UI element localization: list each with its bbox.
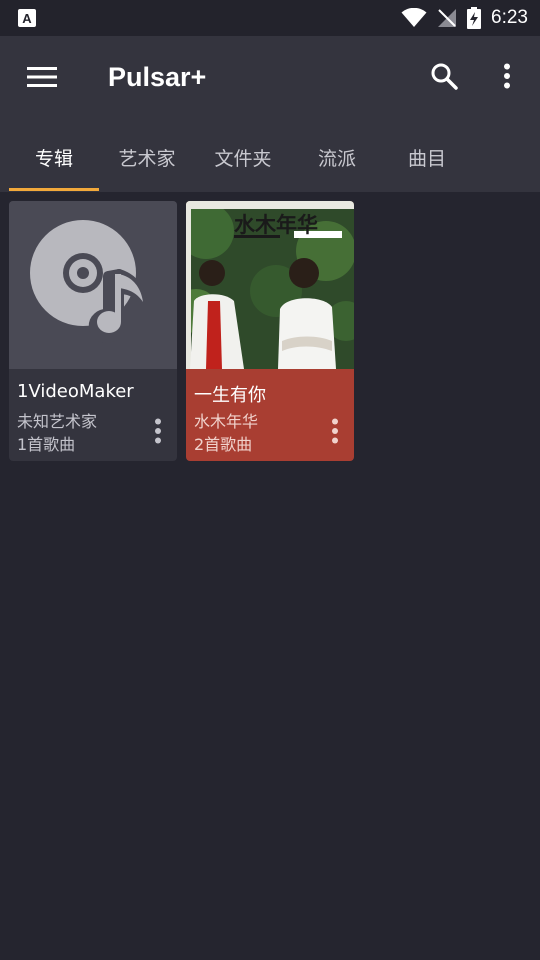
status-time: 6:23 bbox=[491, 7, 528, 28]
app-notification-icon: A bbox=[18, 9, 36, 27]
wifi-icon bbox=[401, 8, 427, 28]
album-song-count: 1首歌曲 bbox=[17, 435, 76, 454]
album-more-button[interactable] bbox=[324, 417, 346, 449]
album-card[interactable]: 水木年华 一生有你 水木年华 2首歌曲 bbox=[186, 201, 354, 461]
album-artist: 未知艺术家 bbox=[17, 412, 98, 431]
album-art-placeholder bbox=[9, 201, 177, 369]
app-title: Pulsar+ bbox=[108, 62, 207, 92]
album-artist: 水木年华 bbox=[194, 412, 259, 431]
status-bar: A 6:23 bbox=[0, 0, 540, 36]
tab-genres[interactable]: 流派 bbox=[292, 122, 382, 192]
search-button[interactable] bbox=[426, 60, 462, 96]
search-icon bbox=[430, 62, 458, 94]
app-bar: Pulsar+ bbox=[0, 36, 540, 122]
menu-icon bbox=[27, 66, 57, 92]
album-card[interactable]: 1VideoMaker 未知艺术家 1首歌曲 bbox=[9, 201, 177, 461]
tab-bar: 专辑 艺术家 文件夹 流派 曲目 bbox=[0, 122, 540, 192]
tab-artists[interactable]: 艺术家 bbox=[102, 122, 192, 192]
more-vert-icon bbox=[503, 63, 511, 93]
no-signal-icon bbox=[437, 8, 457, 28]
tab-folders[interactable]: 文件夹 bbox=[198, 122, 288, 192]
album-more-button[interactable] bbox=[147, 417, 169, 449]
cover-title: 水木年华 bbox=[234, 212, 318, 237]
music-disc-icon bbox=[28, 218, 158, 352]
tab-indicator bbox=[9, 188, 99, 191]
tab-tracks[interactable]: 曲目 bbox=[382, 122, 472, 192]
more-vert-icon bbox=[331, 418, 339, 448]
more-vert-icon bbox=[154, 418, 162, 448]
battery-charging-icon bbox=[467, 7, 482, 29]
album-title: 1VideoMaker bbox=[17, 381, 134, 402]
menu-button[interactable] bbox=[22, 64, 62, 94]
album-song-count: 2首歌曲 bbox=[194, 435, 253, 454]
more-options-button[interactable] bbox=[492, 60, 522, 96]
album-title: 一生有你 bbox=[194, 385, 266, 406]
album-cover-photo: 水木年华 bbox=[186, 201, 354, 369]
tab-albums[interactable]: 专辑 bbox=[9, 122, 99, 192]
